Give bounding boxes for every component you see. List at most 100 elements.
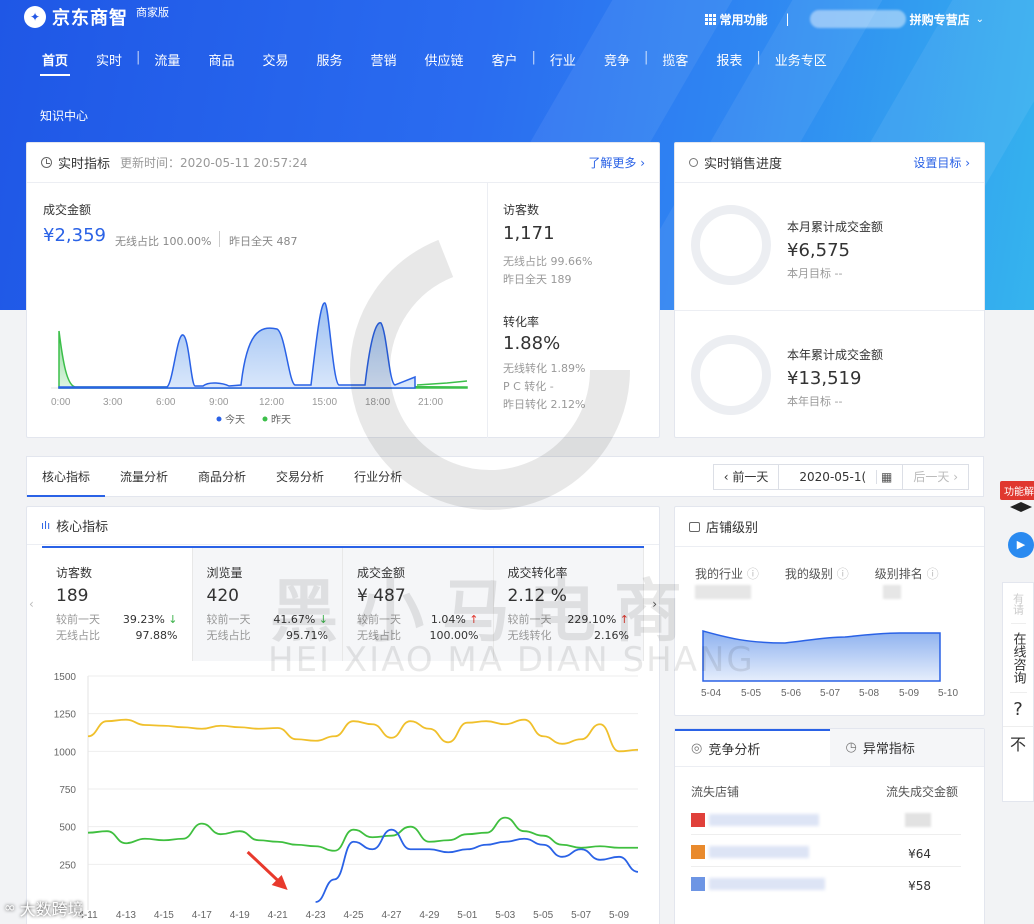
- blurred-shop-name: [709, 814, 819, 826]
- help-icon: ⓘ: [746, 567, 759, 581]
- common-functions-link[interactable]: 常用功能: [720, 11, 768, 28]
- avatar[interactable]: [809, 10, 906, 28]
- x-tick: 5-07: [571, 910, 591, 920]
- down-arrow-icon: ↓: [168, 613, 178, 626]
- nav-products[interactable]: 商品: [194, 50, 248, 69]
- assistant-mascot[interactable]: ▶: [1004, 502, 1034, 572]
- down-arrow-icon: ↓: [318, 613, 328, 626]
- kpi-conversion[interactable]: 成交转化率 2.12 % 较前一天 229.10% ↑ 无线转化 2.16%: [493, 548, 644, 661]
- nav-home[interactable]: 首页: [28, 50, 82, 76]
- kpi-row: 访客数 189 较前一天 39.23% ↓ 无线占比 97.88% 浏览量 420 …: [42, 546, 644, 661]
- table-row[interactable]: [691, 809, 961, 835]
- tab-product-analysis[interactable]: 商品分析: [183, 457, 261, 497]
- prev-day-button[interactable]: ‹ 前一天: [714, 464, 780, 489]
- kpi-next-arrow[interactable]: ›: [652, 597, 657, 611]
- feature-badge[interactable]: 功能解: [1000, 481, 1034, 500]
- lost-amount: ¥58: [908, 879, 931, 893]
- nav-business-zone[interactable]: 业务专区: [761, 50, 841, 69]
- blurred-shop-name: [709, 878, 825, 890]
- divider: [219, 231, 220, 247]
- faint-label: 有请: [1010, 583, 1026, 624]
- nav-marketing[interactable]: 营销: [356, 50, 410, 69]
- table-row[interactable]: ¥58: [691, 873, 961, 899]
- clock-icon: ◷: [845, 740, 857, 755]
- table-row[interactable]: ¥64: [691, 841, 961, 867]
- x-tick: 3:00: [103, 397, 123, 408]
- nav-service[interactable]: 服务: [302, 50, 356, 69]
- date-input[interactable]: 2020-05-1( ▦: [779, 464, 904, 489]
- conversion-label: 转化率: [503, 315, 540, 329]
- gmv-yesterday: 昨日全天 487: [229, 235, 298, 248]
- x-tick: 21:00: [418, 397, 443, 408]
- visitors-yesterday: 昨日全天 189: [503, 273, 572, 286]
- x-tick: 9:00: [209, 397, 229, 408]
- shop-level-card: 店铺级别 我的行业 ⓘ 我的级别 ⓘ 级别排名 ⓘ 5-04 5-05 5-06…: [674, 506, 985, 716]
- nav-competition[interactable]: 竞争: [590, 50, 644, 69]
- nav-industry[interactable]: 行业: [536, 50, 590, 69]
- kpi-gmv[interactable]: 成交金额 ¥ 487 较前一天 1.04% ↑ 无线占比 100.00%: [343, 548, 494, 661]
- nav-traffic[interactable]: 流量: [140, 50, 194, 69]
- tab-core-metrics[interactable]: 核心指标: [27, 457, 106, 497]
- legend-yesterday[interactable]: 昨天: [271, 414, 291, 426]
- calendar-icon[interactable]: ▦: [881, 470, 892, 484]
- divider: [487, 183, 488, 438]
- kpi-label: 浏览量: [206, 566, 243, 580]
- nav-customers[interactable]: 客户: [478, 50, 532, 69]
- conversion-value: 1.88%: [503, 333, 561, 354]
- month-target: 本月目标 --: [787, 267, 843, 280]
- nav-realtime[interactable]: 实时: [82, 50, 136, 69]
- collapse-icon[interactable]: 不: [1003, 727, 1033, 759]
- conversion-wireless: 无线转化 1.89%: [503, 362, 586, 375]
- visitors-label: 访客数: [503, 203, 540, 217]
- chevron-down-icon[interactable]: ⌄: [976, 14, 984, 25]
- today-area: [58, 302, 416, 389]
- target-icon: ◎: [691, 741, 703, 756]
- shop-icon: [689, 521, 700, 532]
- tab-trade-analysis[interactable]: 交易分析: [261, 457, 339, 497]
- y-tick: 1500: [54, 672, 77, 683]
- nav-supply-chain[interactable]: 供应链: [411, 50, 478, 69]
- shop-avatar: [691, 813, 705, 827]
- competition-card: ◎ 竞争分析 ◷ 异常指标 流失店铺 流失成交金额 ¥64 ¥58: [674, 728, 985, 924]
- x-tick: 15:00: [312, 397, 337, 408]
- month-value: ¥6,575: [787, 240, 850, 261]
- play-icon[interactable]: ▶: [1008, 532, 1034, 558]
- online-consult-button[interactable]: 在线咨询: [1009, 624, 1027, 693]
- tab-traffic-analysis[interactable]: 流量分析: [105, 457, 183, 497]
- nav-reports[interactable]: 报表: [702, 50, 756, 69]
- jd-logo-icon: ✦: [24, 6, 46, 28]
- learn-more-link[interactable]: 了解更多 ›: [588, 154, 645, 171]
- x-tick: 5-10: [938, 688, 958, 699]
- kpi-prev-arrow[interactable]: ‹: [29, 597, 34, 611]
- set-target-link[interactable]: 设置目标 ›: [913, 154, 970, 171]
- gmv-value: ¥2,359: [43, 225, 106, 246]
- shop-avatar: [691, 877, 705, 891]
- year-label: 本年累计成交金额: [787, 348, 884, 362]
- conversion-yesterday: 昨日转化 2.12%: [503, 398, 586, 411]
- brand-logo[interactable]: ✦ 京东商智 商家版: [24, 4, 169, 30]
- kpi-pageviews[interactable]: 浏览量 420 较前一天 41.67% ↓ 无线占比 95.71%: [192, 548, 343, 661]
- tab-industry-analysis[interactable]: 行业分析: [339, 457, 417, 497]
- tab-anomaly-metrics[interactable]: ◷ 异常指标: [829, 729, 984, 766]
- x-tick: 5-05: [533, 910, 553, 920]
- gmv-label: 成交金额: [43, 203, 92, 217]
- next-day-button[interactable]: 后一天 ›: [903, 465, 968, 489]
- legend-today[interactable]: 今天: [225, 413, 245, 426]
- y-tick: 250: [59, 860, 76, 871]
- nav-trade[interactable]: 交易: [248, 50, 302, 69]
- nav-knowledge-center[interactable]: 知识中心: [40, 107, 88, 124]
- x-tick: 5-09: [899, 688, 919, 699]
- kpi-visitors[interactable]: 访客数 189 较前一天 39.23% ↓ 无线占比 97.88%: [42, 548, 193, 661]
- gmv-wireless-share: 无线占比 100.00%: [115, 235, 212, 248]
- x-tick: 0:00: [51, 397, 71, 408]
- help-icon: ⓘ: [836, 567, 849, 581]
- x-tick: 12:00: [259, 397, 284, 408]
- help-button[interactable]: ?: [1003, 693, 1033, 727]
- conversion-pc: P C 转化 -: [503, 380, 554, 393]
- shop-name[interactable]: 拼购专营店: [910, 11, 970, 28]
- tab-competition-analysis[interactable]: ◎ 竞争分析: [675, 729, 830, 766]
- nav-acquire[interactable]: 揽客: [648, 50, 702, 69]
- level-rank-label: 级别排名 ⓘ: [874, 567, 939, 581]
- divider: [675, 310, 984, 311]
- kpi-label: 成交金额: [357, 566, 406, 580]
